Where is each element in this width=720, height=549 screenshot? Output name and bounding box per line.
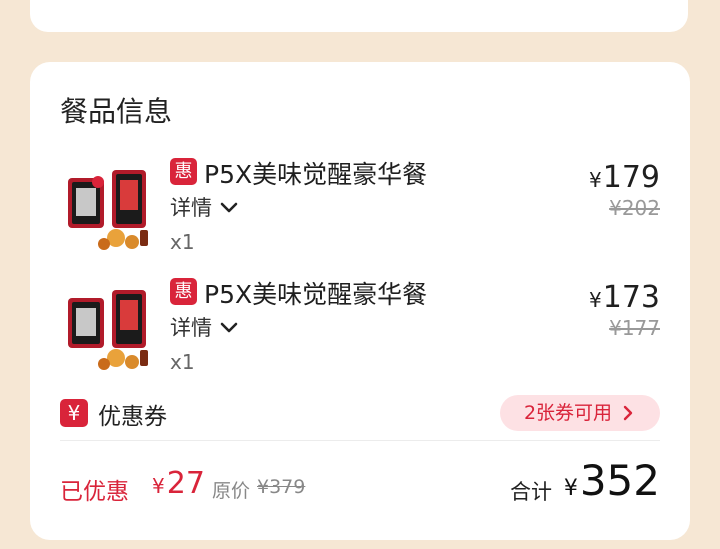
item-quantity: x1 <box>170 230 195 254</box>
currency-symbol: ¥ <box>589 288 602 312</box>
saved-label: 已优惠 <box>60 479 129 505</box>
divider <box>60 440 660 441</box>
discount-badge: 惠 <box>170 278 197 305</box>
total-amount: ¥352 <box>564 456 660 505</box>
total-label: 合计 <box>510 480 552 504</box>
price-value: 173 <box>602 280 660 315</box>
meal-thumbnail <box>68 290 148 370</box>
coupon-row[interactable]: ¥ 优惠券 2张券可用 <box>60 395 660 433</box>
item-price: ¥173 <box>589 280 660 315</box>
item-name: P5X美味觉醒豪华餐 <box>204 160 428 189</box>
original-total: ¥379 <box>257 476 306 498</box>
currency-symbol: ¥ <box>152 474 165 498</box>
meal-item[interactable]: 惠 P5X美味觉醒豪华餐 详情 x1 ¥173 ¥177 <box>66 278 662 386</box>
item-quantity: x1 <box>170 350 195 374</box>
item-original-price: ¥202 <box>609 196 660 220</box>
chevron-right-icon <box>623 405 633 421</box>
previous-section-card <box>30 0 688 32</box>
chevron-down-icon <box>220 322 238 333</box>
details-toggle[interactable]: 详情 <box>170 192 240 222</box>
available-coupons-label: 2张券可用 <box>523 402 613 424</box>
saved-value: 27 <box>166 466 205 501</box>
coupon-label: 优惠券 <box>98 404 167 430</box>
section-title: 餐品信息 <box>60 95 173 128</box>
discount-badge: 惠 <box>170 158 197 185</box>
available-coupons-button[interactable]: 2张券可用 <box>500 395 660 431</box>
original-total-label: 原价 <box>212 480 251 502</box>
order-summary: 已优惠 ¥27 原价 ¥379 合计 ¥352 <box>60 452 660 512</box>
saved-amount: ¥27 <box>152 466 205 501</box>
details-label: 详情 <box>170 196 212 220</box>
meal-item[interactable]: 惠 P5X美味觉醒豪华餐 详情 x1 ¥179 ¥202 <box>66 158 662 266</box>
details-toggle[interactable]: 详情 <box>170 312 240 342</box>
currency-symbol: ¥ <box>589 168 602 192</box>
price-value: 179 <box>602 160 660 195</box>
currency-symbol: ¥ <box>563 476 578 501</box>
item-original-price: ¥177 <box>609 316 660 340</box>
chevron-down-icon <box>220 202 238 213</box>
item-name: P5X美味觉醒豪华餐 <box>204 280 428 309</box>
total-value: 352 <box>579 456 660 505</box>
coupon-icon: ¥ <box>60 399 88 427</box>
item-price: ¥179 <box>589 160 660 195</box>
meal-info-card: 餐品信息 惠 P5X美味觉醒豪华餐 详情 x1 ¥179 ¥202 惠 P5X美… <box>30 62 690 540</box>
meal-thumbnail <box>68 170 148 250</box>
details-label: 详情 <box>170 316 212 340</box>
